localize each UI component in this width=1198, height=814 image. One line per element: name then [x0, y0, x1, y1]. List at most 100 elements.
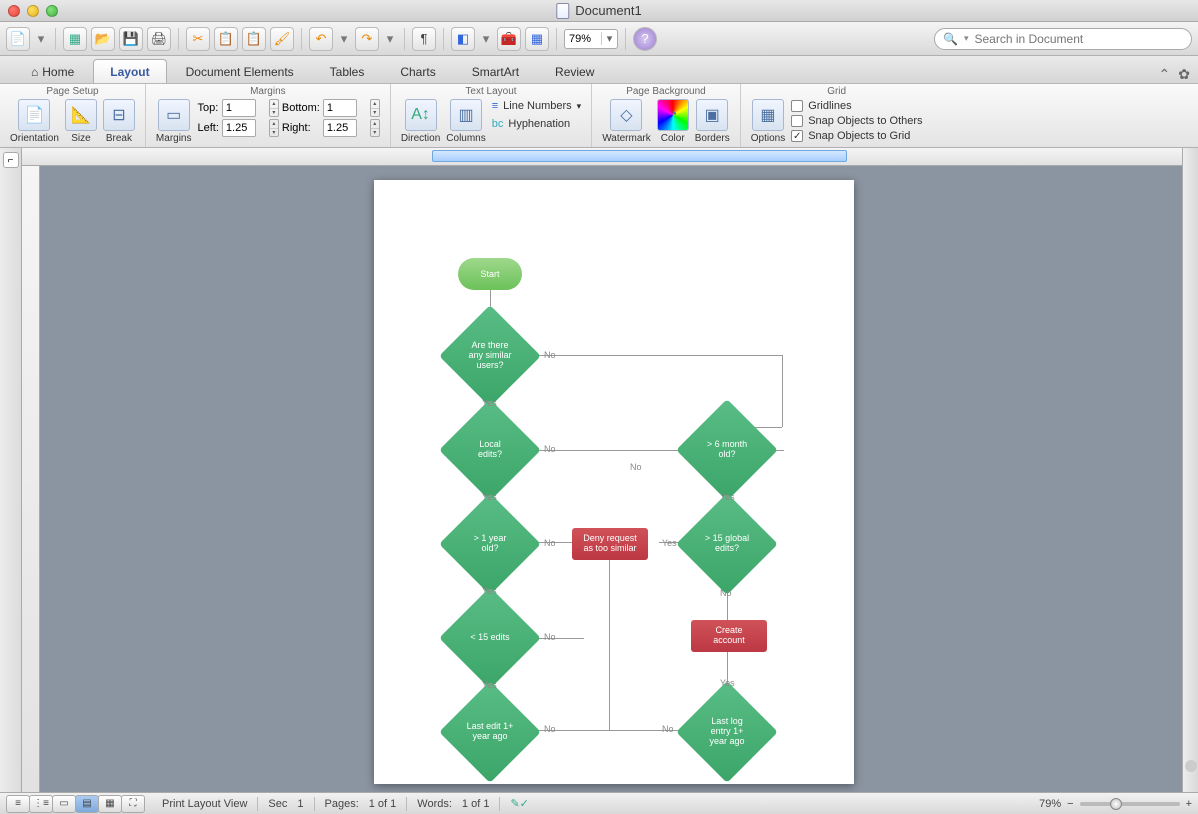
document-page[interactable]: Start Are there any similar users? Local… — [374, 180, 854, 784]
sidebar-button[interactable]: ◧ — [451, 27, 475, 51]
zoom-window[interactable] — [46, 5, 58, 17]
zoom-out-button[interactable]: − — [1067, 798, 1073, 810]
print-button[interactable]: 🖨 — [147, 27, 171, 51]
direction-button[interactable]: A↕Direction — [401, 99, 440, 144]
document-viewport[interactable]: Start Are there any similar users? Local… — [22, 148, 1198, 792]
tab-smartart[interactable]: SmartArt — [455, 59, 536, 83]
new-doc-button[interactable]: 📄 — [6, 27, 30, 51]
flowchart-decision-last-log: Last log entry 1+ year ago — [691, 696, 763, 768]
vertical-scrollbar[interactable] — [1182, 148, 1198, 792]
zoom-input[interactable] — [565, 33, 601, 45]
flowchart-decision-local-edits: Local edits? — [454, 414, 526, 486]
group-text-layout: Text Layout — [401, 86, 581, 97]
traffic-lights — [8, 5, 58, 17]
view-fullscreen[interactable]: ⛶ — [121, 795, 145, 813]
margin-top-input[interactable] — [222, 99, 256, 117]
spellcheck-icon[interactable]: ✎✓ — [510, 797, 528, 810]
open-button[interactable]: 📂 — [91, 27, 115, 51]
new-doc-dropdown[interactable]: ▾ — [34, 27, 48, 51]
show-formatting-button[interactable]: ¶ — [412, 27, 436, 51]
borders-button[interactable]: ▣Borders — [695, 99, 730, 144]
orientation-button[interactable]: 📄Orientation — [10, 99, 59, 144]
snap-others-checkbox[interactable]: Snap Objects to Others — [791, 115, 922, 127]
tab-tables[interactable]: Tables — [313, 59, 382, 83]
status-bar: ≡ ⋮≡ ▭ ▤ ▦ ⛶ Print Layout View Sec 1 Pag… — [0, 792, 1198, 814]
margin-top-spinner[interactable]: ▴▾ — [269, 99, 279, 117]
view-print-layout[interactable]: ▤ — [75, 795, 99, 813]
undo-button[interactable]: ↶ — [309, 27, 333, 51]
zoom-in-button[interactable]: + — [1186, 798, 1192, 810]
gridlines-checkbox[interactable]: Gridlines — [791, 100, 922, 112]
help-button[interactable]: ? — [633, 27, 657, 51]
format-painter-button[interactable]: 🖌 — [270, 27, 294, 51]
save-button[interactable]: 💾 — [119, 27, 143, 51]
watermark-button[interactable]: ◇Watermark — [602, 99, 651, 144]
page-color-button[interactable]: ◔Color — [657, 99, 689, 144]
margin-bottom-input[interactable] — [323, 99, 357, 117]
grid-options-button[interactable]: ▦Options — [751, 99, 785, 144]
group-page-background: Page Background — [602, 86, 730, 97]
templates-button[interactable]: ▦ — [63, 27, 87, 51]
flowchart-decision-15global: > 15 global edits? — [691, 508, 763, 580]
margin-right-spinner[interactable]: ▴▾ — [370, 119, 380, 137]
document-area: ⌐ Start Are there any similar users? Loc… — [0, 148, 1198, 792]
snap-grid-checkbox[interactable]: ✓Snap Objects to Grid — [791, 130, 922, 142]
copy-button[interactable]: 📋 — [214, 27, 238, 51]
undo-dropdown[interactable]: ▾ — [337, 27, 351, 51]
redo-button[interactable]: ↷ — [355, 27, 379, 51]
minimize-window[interactable] — [27, 5, 39, 17]
status-zoom-label: 79% — [1039, 798, 1061, 810]
ribbon-settings-icon[interactable]: ✿ — [1178, 66, 1190, 83]
search-dropdown-icon[interactable]: ▾ — [964, 33, 969, 44]
zoom-dropdown[interactable]: ▾ — [601, 32, 617, 45]
tab-charts[interactable]: Charts — [383, 59, 452, 83]
horizontal-ruler[interactable] — [22, 148, 1198, 166]
margin-right-input[interactable] — [323, 119, 357, 137]
paste-button[interactable]: 📋 — [242, 27, 266, 51]
titlebar: Document1 — [0, 0, 1198, 22]
view-buttons: ≡ ⋮≡ ▭ ▤ ▦ ⛶ — [6, 795, 144, 813]
zoom-slider[interactable] — [1080, 802, 1180, 806]
collapse-ribbon-icon[interactable]: ⌃ — [1159, 66, 1171, 83]
tab-home[interactable]: Home — [14, 59, 91, 83]
margin-left-input[interactable] — [222, 119, 256, 137]
document-icon — [556, 3, 569, 19]
line-numbers-button[interactable]: ≡Line Numbers▾ — [492, 100, 581, 112]
sidebar-dropdown[interactable]: ▾ — [479, 27, 493, 51]
flowchart-start: Start — [458, 258, 522, 290]
hyphenation-button[interactable]: bcHyphenation — [492, 118, 581, 130]
flowchart-deny-request: Deny request as too similar — [572, 528, 648, 560]
redo-dropdown[interactable]: ▾ — [383, 27, 397, 51]
margin-left-spinner[interactable]: ▴▾ — [269, 119, 279, 137]
margins-button[interactable]: ▭Margins — [156, 99, 192, 144]
tab-stop-selector[interactable]: ⌐ — [3, 152, 19, 168]
margin-bottom-spinner[interactable]: ▴▾ — [370, 99, 380, 117]
search-field[interactable]: 🔍 ▾ — [934, 28, 1192, 50]
vertical-toolbox: ⌐ — [0, 148, 22, 792]
zoom-control[interactable]: ▾ — [564, 29, 618, 49]
toolbox-button[interactable]: 🧰 — [497, 27, 521, 51]
flowchart-decision-1year: > 1 year old? — [454, 508, 526, 580]
columns-button[interactable]: ▥Columns — [446, 99, 485, 144]
cut-button[interactable]: ✂ — [186, 27, 210, 51]
close-window[interactable] — [8, 5, 20, 17]
flowchart-decision-15edits: < 15 edits — [454, 602, 526, 674]
view-notebook[interactable]: ▦ — [98, 795, 122, 813]
tab-layout[interactable]: Layout — [93, 59, 166, 83]
group-page-setup: Page Setup — [10, 86, 135, 97]
view-draft[interactable]: ≡ — [6, 795, 30, 813]
break-button[interactable]: ⊟Break — [103, 99, 135, 144]
status-view-name: Print Layout View — [162, 798, 247, 810]
view-outline[interactable]: ⋮≡ — [29, 795, 53, 813]
tab-review[interactable]: Review — [538, 59, 611, 83]
size-button[interactable]: 📐Size — [65, 99, 97, 144]
standard-toolbar: 📄 ▾ ▦ 📂 💾 🖨 ✂ 📋 📋 🖌 ↶ ▾ ↷ ▾ ¶ ◧ ▾ 🧰 ▦ ▾ … — [0, 22, 1198, 56]
gallery-button[interactable]: ▦ — [525, 27, 549, 51]
ribbon-layout: Page Setup 📄Orientation 📐Size ⊟Break Mar… — [0, 84, 1198, 148]
tab-document-elements[interactable]: Document Elements — [169, 59, 311, 83]
ribbon-tabs: Home Layout Document Elements Tables Cha… — [0, 56, 1198, 84]
vertical-ruler[interactable] — [22, 166, 40, 792]
view-publishing[interactable]: ▭ — [52, 795, 76, 813]
search-input[interactable] — [974, 32, 1183, 46]
group-grid: Grid — [751, 86, 923, 97]
